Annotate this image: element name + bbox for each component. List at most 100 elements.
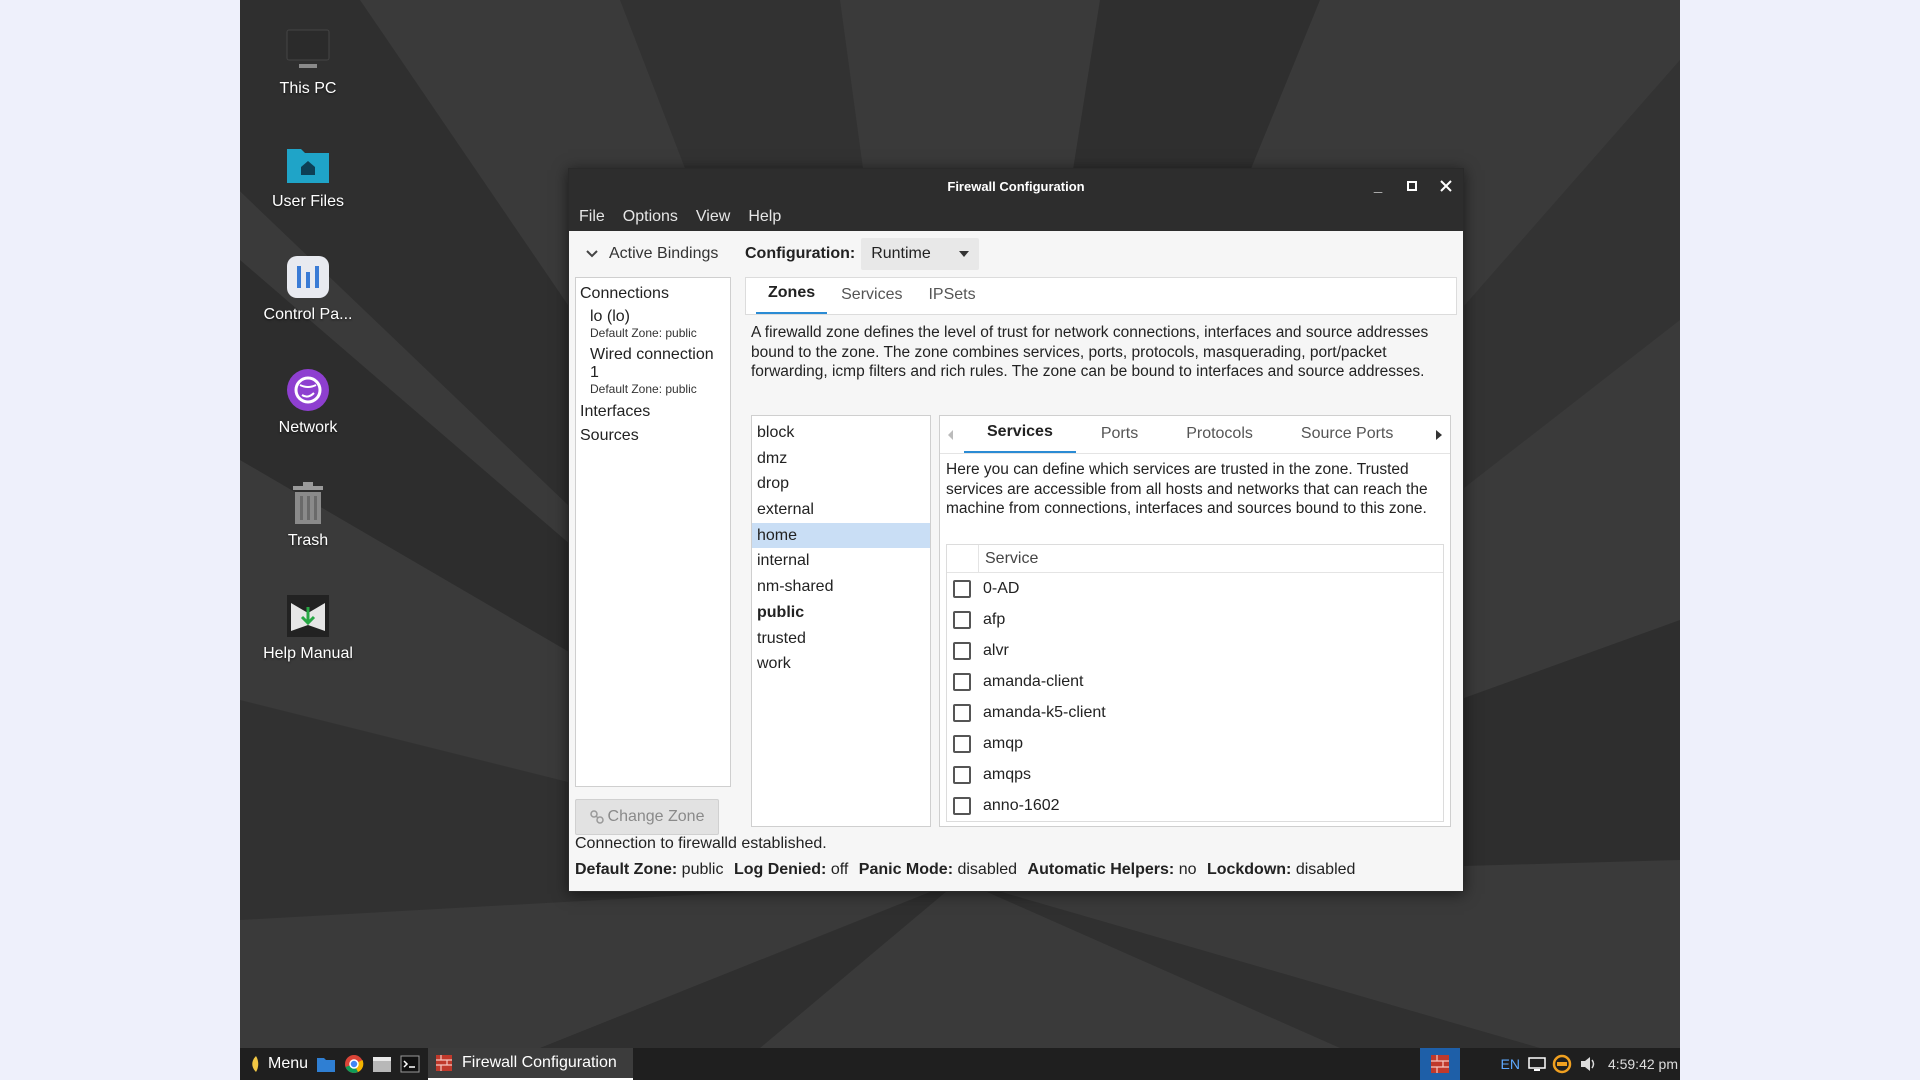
change-zone-label: Change Zone <box>607 808 705 825</box>
launcher-archive[interactable] <box>368 1048 396 1080</box>
subtab-protocols[interactable]: Protocols <box>1163 425 1276 453</box>
launcher-browser[interactable] <box>340 1048 368 1080</box>
folder-icon <box>317 1058 336 1072</box>
launcher-files[interactable] <box>312 1048 340 1080</box>
menu-help[interactable]: Help <box>746 206 783 228</box>
zone-item[interactable]: dmz <box>752 446 930 472</box>
zone-item[interactable]: block <box>752 420 930 446</box>
interfaces-header[interactable]: Interfaces <box>576 400 730 424</box>
subtab-source-ports[interactable]: Source Ports <box>1278 425 1416 453</box>
desktop-icon-network[interactable]: Network <box>243 367 373 437</box>
tab-services[interactable]: Services <box>829 286 914 314</box>
desktop-icon-label: Help Manual <box>263 645 353 662</box>
connection-item[interactable]: Wired connection 1 <box>576 344 730 382</box>
lockdown-label: Lockdown: <box>1206 861 1292 878</box>
tray-firewall-indicator[interactable] <box>1420 1048 1461 1080</box>
service-name: amqps <box>983 765 1032 783</box>
taskbar-task-firewall[interactable]: Firewall Configuration <box>428 1048 633 1080</box>
close-button[interactable] <box>1431 169 1461 203</box>
minimize-button[interactable]: _ <box>1363 169 1393 203</box>
status-bar: Connection to firewalld established. Def… <box>575 831 1457 883</box>
table-row[interactable]: amanda-client <box>947 666 1443 697</box>
service-name: afp <box>983 610 1006 628</box>
system-tray: EN 4:59:42 pm <box>1420 1048 1680 1080</box>
firewall-tray-icon <box>1431 1055 1450 1073</box>
table-row[interactable]: amanda-k5-client <box>947 697 1443 728</box>
zone-description: A firewalld zone defines the level of tr… <box>751 324 1429 381</box>
start-menu-button[interactable]: Menu <box>240 1048 312 1080</box>
zone-item-default[interactable]: public <box>752 600 930 626</box>
link-icon <box>589 810 604 824</box>
service-checkbox[interactable] <box>953 610 971 629</box>
menubar: File Options View Help <box>569 203 1463 231</box>
table-row[interactable]: anno-1602 <box>947 790 1443 821</box>
tab-scroll-right-icon[interactable] <box>1436 430 1442 440</box>
chevron-down-icon <box>586 250 598 258</box>
desktop-icon-this-pc[interactable]: This PC <box>243 28 373 98</box>
clock[interactable]: 4:59:42 pm <box>1608 1056 1678 1072</box>
service-checkbox[interactable] <box>953 734 971 753</box>
service-checkbox[interactable] <box>953 765 971 784</box>
trash-icon <box>285 480 331 526</box>
zone-item[interactable]: external <box>752 497 930 523</box>
zone-item[interactable]: drop <box>752 471 930 497</box>
sources-header[interactable]: Sources <box>576 424 730 448</box>
zone-item[interactable]: trusted <box>752 626 930 652</box>
connection-status: Connection to firewalld established. <box>575 835 827 852</box>
window-titlebar[interactable]: Firewall Configuration _ <box>569 169 1463 203</box>
menu-view[interactable]: View <box>694 206 732 228</box>
firewall-window: Firewall Configuration _ File Options Vi… <box>568 168 1464 892</box>
bindings-tree: Connections lo (lo) Default Zone: public… <box>575 277 731 787</box>
desktop-icon-trash[interactable]: Trash <box>243 480 373 550</box>
subtab-services[interactable]: Services <box>964 423 1076 453</box>
service-checkbox[interactable] <box>953 672 971 691</box>
network-globe-icon <box>285 367 331 413</box>
launcher-terminal[interactable] <box>396 1048 424 1080</box>
zone-item-selected[interactable]: home <box>752 522 930 549</box>
volume-icon[interactable] <box>1580 1056 1598 1072</box>
menu-options[interactable]: Options <box>621 206 680 228</box>
tab-zones[interactable]: Zones <box>756 284 828 314</box>
services-table: Service 0-AD afp alvr amanda-client aman… <box>946 544 1444 822</box>
home-folder-icon <box>285 141 331 187</box>
window-content: Active Bindings Connections lo (lo) Defa… <box>569 231 1463 891</box>
active-bindings-toggle[interactable]: Active Bindings <box>575 237 735 271</box>
desktop-icon-control-panel[interactable]: Control Pa... <box>243 254 373 324</box>
status-summary: Default Zone: public Log Denied: off Pan… <box>575 857 1457 883</box>
service-checkbox[interactable] <box>953 796 971 815</box>
tab-ipsets[interactable]: IPSets <box>916 286 987 314</box>
tab-scroll-left-icon[interactable] <box>948 430 953 440</box>
services-table-header: Service <box>947 544 1443 573</box>
lockdown-value: disabled <box>1295 861 1356 878</box>
header-spacer <box>947 544 979 573</box>
service-checkbox[interactable] <box>953 579 971 598</box>
change-zone-button[interactable]: Change Zone <box>575 799 719 835</box>
connection-item[interactable]: lo (lo) <box>576 306 730 326</box>
table-row[interactable]: alvr <box>947 635 1443 666</box>
subtab-ports[interactable]: Ports <box>1078 425 1161 453</box>
desktop-icon-user-files[interactable]: User Files <box>243 141 373 211</box>
desktop-icon-help-manual[interactable]: Help Manual <box>243 593 373 663</box>
services-description: Here you can define which services are t… <box>946 461 1428 518</box>
close-icon <box>1440 180 1452 192</box>
zone-item[interactable]: internal <box>752 548 930 574</box>
update-icon[interactable] <box>1552 1054 1572 1074</box>
table-row[interactable]: afp <box>947 604 1443 635</box>
configuration-select[interactable]: Runtime <box>861 238 980 270</box>
connections-header[interactable]: Connections <box>576 282 730 306</box>
service-checkbox[interactable] <box>953 703 971 722</box>
display-icon[interactable] <box>1528 1056 1546 1072</box>
menu-file[interactable]: File <box>577 206 607 228</box>
table-row[interactable]: amqp <box>947 728 1443 759</box>
service-column-header[interactable]: Service <box>979 550 1038 568</box>
zone-item[interactable]: nm-shared <box>752 574 930 600</box>
maximize-button[interactable] <box>1397 169 1427 203</box>
control-panel-icon <box>285 254 331 300</box>
active-bindings-label: Active Bindings <box>609 245 719 262</box>
keyboard-layout[interactable]: EN <box>1500 1056 1519 1072</box>
desktop-icon-label: Network <box>278 419 338 436</box>
table-row[interactable]: 0-AD <box>947 573 1443 604</box>
table-row[interactable]: amqps <box>947 759 1443 790</box>
zone-item[interactable]: work <box>752 651 930 677</box>
service-checkbox[interactable] <box>953 641 971 660</box>
